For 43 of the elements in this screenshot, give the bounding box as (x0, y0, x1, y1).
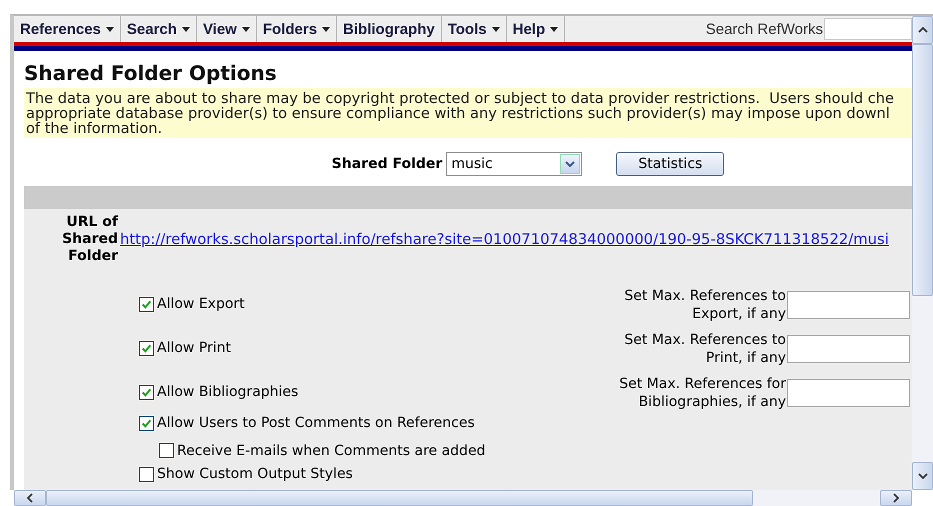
checkbox-label: Allow Bibliographies (157, 384, 298, 400)
page-title: Shared Folder Options (24, 60, 278, 87)
url-label: URL of Shared Folder (61, 214, 120, 265)
limit-label: Set Max. References to Export, if any (623, 287, 786, 323)
search-label: Search RefWorks (706, 20, 823, 38)
scroll-down-icon[interactable] (912, 462, 933, 490)
scroll-thumb[interactable] (912, 44, 933, 296)
checkbox-label: Allow Export (157, 296, 245, 312)
field-label: Shared Folder (332, 156, 442, 172)
checkbox-label: Receive E-mails when Comments are added (177, 442, 486, 458)
caret-icon (106, 26, 114, 32)
checkbox-label: Show Custom Output Styles (157, 466, 353, 482)
checkbox[interactable] (139, 466, 154, 482)
vertical-scrollbar[interactable] (912, 16, 933, 490)
statistics-button[interactable]: Statistics (616, 152, 724, 176)
notice-text: appropriate database provider(s) to ensure compliance with any restrictions such provider(s) may impose upon downl (26, 106, 891, 121)
folder-dropdown[interactable]: music (446, 152, 582, 176)
caret-icon (492, 26, 500, 32)
limit-label: Set Max. References to Print, if any (623, 331, 786, 367)
caret-icon (550, 26, 558, 32)
notice-text: The data you are about to share may be copyright protected or subject to data provider restrictions. Users should che (26, 91, 896, 106)
scroll-thumb[interactable] (46, 490, 753, 506)
limit-field[interactable] (787, 291, 910, 319)
checkbox[interactable] (139, 296, 154, 312)
notice-text: of the information. (26, 121, 164, 136)
scroll-right-icon[interactable] (880, 490, 912, 506)
checkbox-label: Allow Users to Post Comments on References (157, 415, 475, 431)
limit-field[interactable] (787, 335, 910, 363)
limit-field[interactable] (787, 379, 910, 407)
caret-icon (182, 26, 190, 32)
caret-icon (322, 26, 330, 32)
caret-icon (242, 26, 250, 32)
checkbox[interactable] (139, 416, 154, 430)
scroll-up-icon[interactable] (912, 16, 933, 44)
checkbox-label: Allow Print (157, 340, 232, 356)
horizontal-scrollbar[interactable] (14, 490, 912, 506)
checkbox[interactable] (159, 443, 174, 458)
checkbox[interactable] (139, 384, 154, 400)
scroll-left-icon[interactable] (14, 490, 46, 506)
limit-label: Set Max. References for Bibliographies, if any (618, 375, 786, 411)
checkbox[interactable] (139, 340, 154, 356)
url-link[interactable]: http://refworks.scholarsportal.info/refshare?site=010071074834000000/190-95-8SKCK711318522/musi (120, 231, 889, 248)
search-field[interactable] (824, 18, 912, 40)
